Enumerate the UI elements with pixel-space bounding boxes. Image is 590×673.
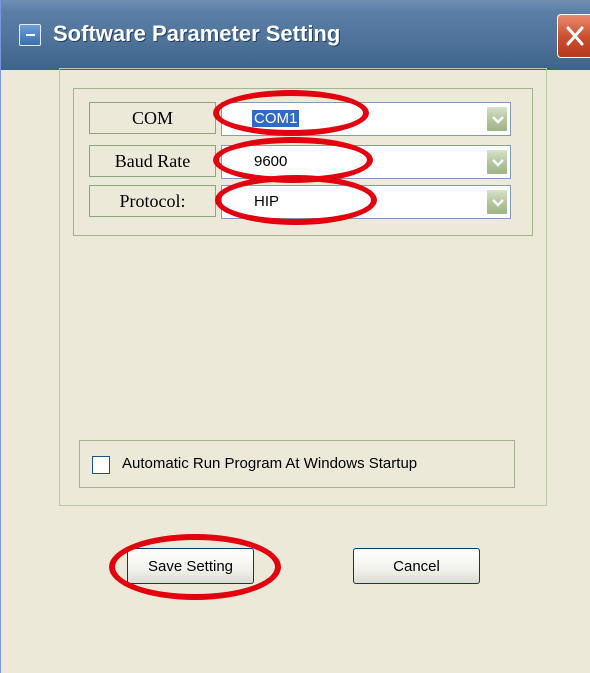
close-icon xyxy=(566,26,584,46)
protocol-label: Protocol: xyxy=(89,185,216,217)
com-dropdown-button[interactable] xyxy=(486,106,508,132)
autorun-label[interactable]: Automatic Run Program At Windows Startup xyxy=(122,455,417,472)
protocol-value: HIP xyxy=(254,193,280,210)
close-button[interactable] xyxy=(557,14,590,58)
com-label: COM xyxy=(89,102,216,134)
title-bar[interactable]: Software Parameter Setting xyxy=(1,0,590,70)
baud-rate-label: Baud Rate xyxy=(89,145,216,177)
cancel-button[interactable]: Cancel xyxy=(353,548,480,584)
protocol-select[interactable]: HIP xyxy=(221,185,511,219)
com-select[interactable]: COM1 xyxy=(221,102,511,136)
save-setting-button[interactable]: Save Setting xyxy=(127,548,254,584)
chevron-down-icon xyxy=(492,199,504,207)
baud-rate-select[interactable]: 9600 xyxy=(221,145,511,179)
protocol-dropdown-button[interactable] xyxy=(486,189,508,215)
com-value: COM1 xyxy=(252,110,300,127)
window-title: Software Parameter Setting xyxy=(53,21,341,46)
chevron-down-icon xyxy=(492,159,504,167)
autorun-option: Automatic Run Program At Windows Startup xyxy=(79,440,515,488)
baud-rate-value: 9600 xyxy=(254,153,288,170)
chevron-down-icon xyxy=(492,116,504,124)
settings-window: Software Parameter Setting COM COM1 Baud… xyxy=(0,0,590,673)
baud-rate-dropdown-button[interactable] xyxy=(486,149,508,175)
autorun-checkbox[interactable] xyxy=(92,456,110,474)
window-menu-icon[interactable] xyxy=(19,24,41,46)
